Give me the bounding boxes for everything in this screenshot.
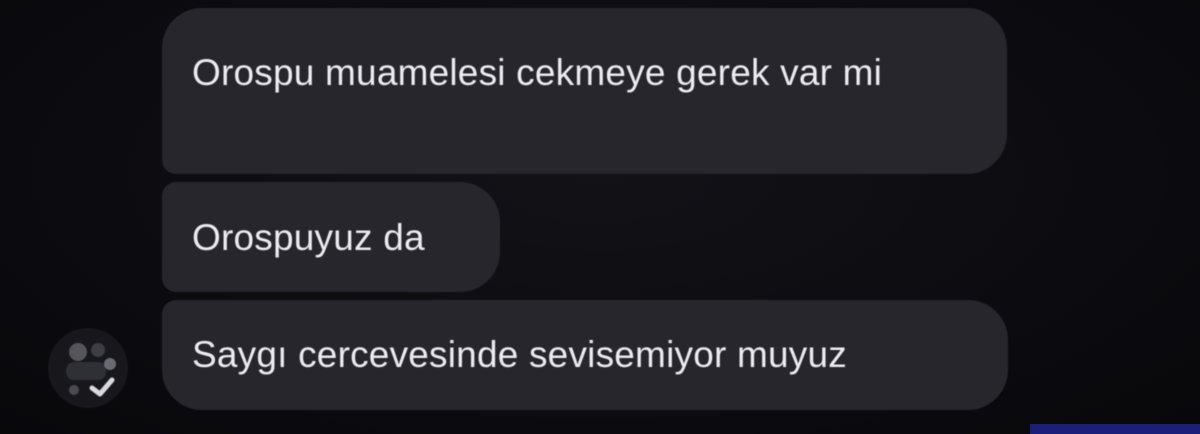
chat-thread: Orospu muamelesi cekmeye gerek var mi Or… [0,0,1200,434]
corner-strip [1030,424,1200,434]
message-bubble[interactable]: Orospu muamelesi cekmeye gerek var mi [162,8,1007,174]
message-bubble[interactable]: Saygı cercevesinde sevisemiyor muyuz [162,300,1008,410]
message-text: Orospuyuz da [192,217,425,258]
message-text: Saygı cercevesinde sevisemiyor muyuz [192,334,847,375]
sender-avatar[interactable] [48,328,128,408]
user-avatar-icon [48,328,128,408]
message-bubble[interactable]: Orospuyuz da [162,182,500,292]
message-text: Orospu muamelesi cekmeye gerek var mi [192,52,883,93]
